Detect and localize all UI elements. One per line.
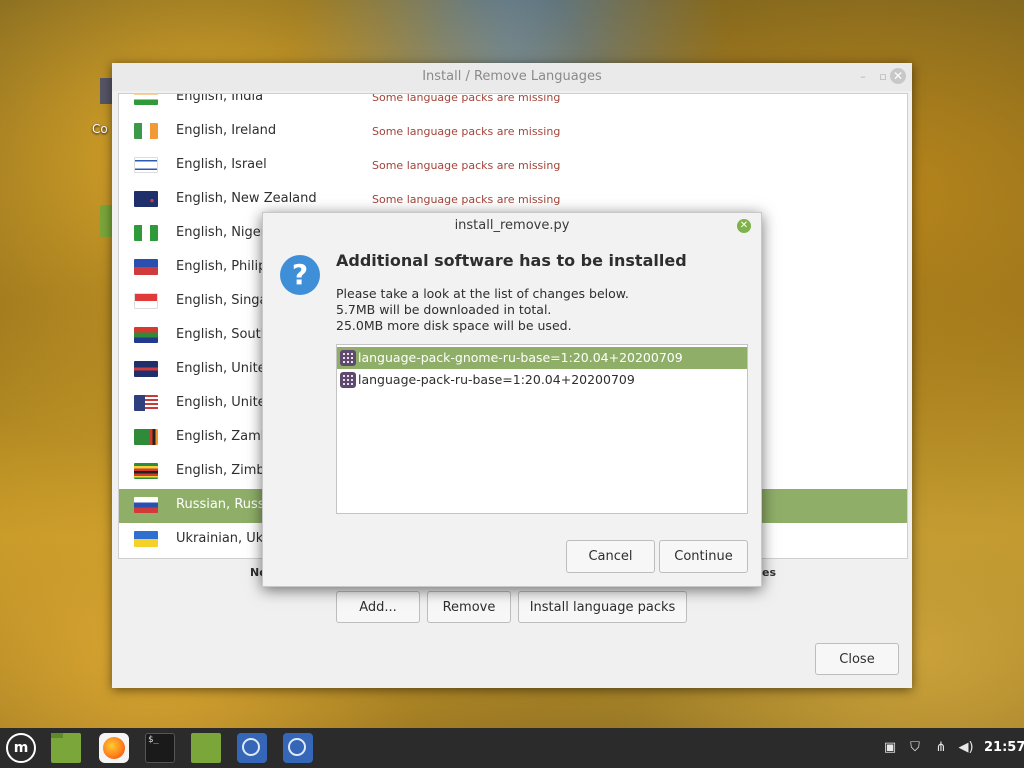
window-titlebar[interactable]: Install / Remove Languages – ▫ ✕ xyxy=(112,63,912,91)
language-name: English, Israel xyxy=(176,157,267,172)
add-button[interactable]: Add... xyxy=(336,591,420,623)
israel-flag-icon xyxy=(134,157,158,173)
language-status: Some language packs are missing xyxy=(372,159,561,172)
cancel-button[interactable]: Cancel xyxy=(566,540,655,573)
close-icon[interactable]: ✕ xyxy=(890,68,906,84)
window-title: Install / Remove Languages xyxy=(422,69,602,84)
language-name: English, Unite xyxy=(176,395,266,410)
close-icon[interactable]: ✕ xyxy=(737,219,751,233)
clipboard-icon[interactable]: ▣ xyxy=(881,739,899,757)
package-icon xyxy=(340,350,356,366)
clock[interactable]: 21:57 xyxy=(984,740,1024,755)
taskbar: m $_ ▣ ⛉ ⋔ ◀) 21:57 xyxy=(0,728,1024,768)
zimbabwe-flag-icon xyxy=(134,463,158,479)
ukraine-flag-icon xyxy=(134,531,158,547)
language-name: English, Zimba xyxy=(176,463,273,478)
language-name: English, South xyxy=(176,327,269,342)
language-settings-icon[interactable] xyxy=(237,733,267,763)
nigeria-flag-icon xyxy=(134,225,158,241)
question-icon: ? xyxy=(280,255,320,295)
language-name: English, Nigeri xyxy=(176,225,270,240)
new-zealand-flag-icon xyxy=(134,191,158,207)
network-icon[interactable]: ⋔ xyxy=(932,739,950,757)
files-icon[interactable] xyxy=(51,733,81,763)
list-item-selected[interactable]: language-pack-gnome-ru-base=1:20.04+2020… xyxy=(337,347,747,369)
language-status: Some language packs are missing xyxy=(372,193,561,206)
package-name: language-pack-gnome-ru-base=1:20.04+2020… xyxy=(358,350,683,365)
close-button[interactable]: Close xyxy=(815,643,899,675)
language-name: Russian, Russi xyxy=(176,497,269,512)
language-status: Some language packs are missing xyxy=(372,93,561,104)
install-confirm-dialog: install_remove.py ✕ ? Additional softwar… xyxy=(262,212,762,587)
united-states-flag-icon xyxy=(134,395,158,411)
russia-flag-icon xyxy=(134,497,158,513)
india-flag-icon xyxy=(134,94,158,105)
philippines-flag-icon xyxy=(134,259,158,275)
language-status: Some language packs are missing xyxy=(372,125,561,138)
mint-menu-icon[interactable]: m xyxy=(6,733,36,763)
volume-icon[interactable]: ◀) xyxy=(957,739,975,757)
zambia-flag-icon xyxy=(134,429,158,445)
language-name: English, Singap xyxy=(176,293,276,308)
list-item[interactable]: English, Ireland Some language packs are… xyxy=(119,115,907,149)
desktop-icon[interactable] xyxy=(100,78,112,104)
list-item[interactable]: language-pack-ru-base=1:20.04+20200709 xyxy=(337,369,747,391)
install-language-packs-button[interactable]: Install language packs xyxy=(518,591,687,623)
language-name: English, Zamb xyxy=(176,429,269,444)
language-name: English, Philip xyxy=(176,259,267,274)
desktop-folder-icon[interactable] xyxy=(100,205,112,237)
list-item[interactable]: English, India Some language packs are m… xyxy=(119,93,907,115)
south-africa-flag-icon xyxy=(134,327,158,343)
language-name: English, India xyxy=(176,93,264,104)
united-kingdom-flag-icon xyxy=(134,361,158,377)
package-icon xyxy=(340,372,356,388)
package-list[interactable]: language-pack-gnome-ru-base=1:20.04+2020… xyxy=(336,344,748,514)
shield-icon[interactable]: ⛉ xyxy=(906,739,924,757)
folder-icon[interactable] xyxy=(191,733,221,763)
language-name: English, Ireland xyxy=(176,123,277,138)
dialog-heading: Additional software has to be installed xyxy=(336,251,687,270)
dialog-title: install_remove.py xyxy=(454,218,570,233)
dialog-titlebar[interactable]: install_remove.py ✕ xyxy=(263,213,761,239)
terminal-icon[interactable]: $_ xyxy=(145,733,175,763)
dialog-line: 25.0MB more disk space will be used. xyxy=(336,318,572,333)
language-name: English, Unite xyxy=(176,361,266,376)
continue-button[interactable]: Continue xyxy=(659,540,748,573)
language-name: English, New Zealand xyxy=(176,191,317,206)
ireland-flag-icon xyxy=(134,123,158,139)
maximize-icon[interactable]: ▫ xyxy=(876,70,890,84)
package-name: language-pack-ru-base=1:20.04+20200709 xyxy=(358,372,635,387)
dialog-line: 5.7MB will be downloaded in total. xyxy=(336,302,552,317)
dialog-line: Please take a look at the list of change… xyxy=(336,286,629,301)
desktop-icon-label: Co xyxy=(92,122,108,136)
language-name: Ukrainian, Ukr xyxy=(176,531,269,546)
remove-button[interactable]: Remove xyxy=(427,591,511,623)
language-settings-icon[interactable] xyxy=(283,733,313,763)
note-text-right: es xyxy=(762,566,777,579)
list-item[interactable]: English, Israel Some language packs are … xyxy=(119,149,907,183)
minimize-icon[interactable]: – xyxy=(856,70,870,84)
singapore-flag-icon xyxy=(134,293,158,309)
firefox-icon[interactable] xyxy=(99,733,129,763)
